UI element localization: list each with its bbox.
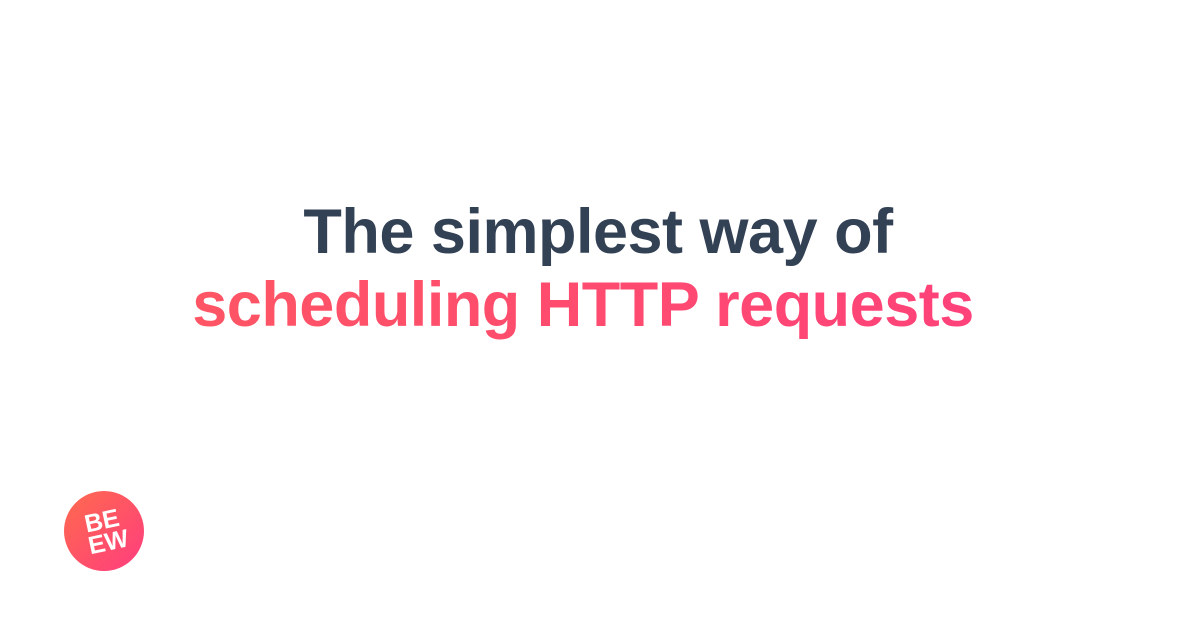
headline: The simplest way of scheduling HTTP requ… [0,196,1166,342]
headline-line-2: scheduling HTTP requests [0,269,1166,342]
headline-line-1: The simplest way of [303,197,893,267]
beew-logo-mark: BE EW [82,504,131,560]
beew-logo: BE EW [64,491,144,571]
page: The simplest way of scheduling HTTP requ… [0,0,1200,627]
